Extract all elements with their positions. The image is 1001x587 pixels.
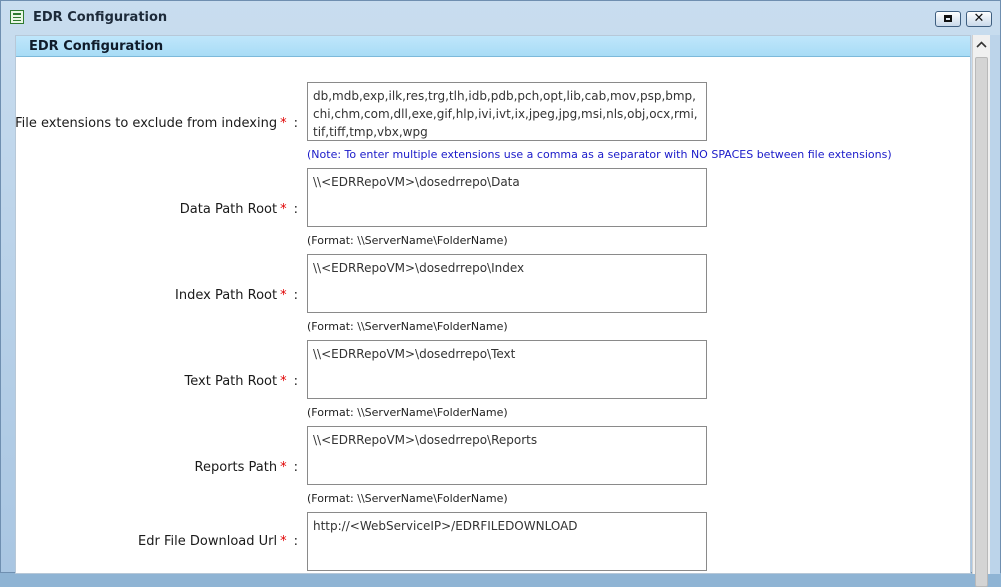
index-path-root-field[interactable]: \\<EDRRepoVM>\dosedrrepo\Index	[307, 254, 707, 313]
text-path-root-field[interactable]: \\<EDRRepoVM>\dosedrrepo\Text	[307, 340, 707, 399]
index-path-root-label-text: Index Path Root	[175, 288, 278, 303]
close-icon: ✕	[973, 11, 985, 26]
label-colon: :	[293, 374, 298, 389]
vertical-scrollbar[interactable]	[972, 35, 990, 587]
data-path-root-hint: (Format: \\ServerName\FolderName)	[307, 234, 508, 247]
required-marker: *	[280, 288, 287, 303]
required-marker: *	[280, 202, 287, 217]
data-path-root-label: Data Path Root *:	[180, 202, 298, 217]
reports-path-field[interactable]: \\<EDRRepoVM>\dosedrrepo\Reports	[307, 426, 707, 485]
window-title: EDR Configuration	[33, 10, 168, 25]
required-marker: *	[280, 534, 287, 549]
section-header: EDR Configuration	[16, 36, 970, 57]
required-marker: *	[280, 460, 287, 475]
exclude-extensions-label-text: File extensions to exclude from indexing	[15, 116, 278, 131]
text-path-root-hint: (Format: \\ServerName\FolderName)	[307, 406, 508, 419]
label-colon: :	[293, 460, 298, 475]
window-icon	[10, 10, 24, 24]
exclude-extensions-field[interactable]: db,mdb,exp,ilk,res,trg,tlh,idb,pdb,pch,o…	[307, 82, 707, 141]
reports-path-label: Reports Path *:	[195, 460, 298, 475]
download-url-label: Edr File Download Url *:	[138, 534, 298, 549]
reports-path-label-text: Reports Path	[194, 460, 278, 475]
data-path-root-label-text: Data Path Root	[179, 202, 278, 217]
data-path-root-field[interactable]: \\<EDRRepoVM>\dosedrrepo\Data	[307, 168, 707, 227]
scroll-thumb[interactable]	[975, 57, 988, 587]
maximize-button[interactable]	[935, 11, 961, 27]
window-right-border	[990, 35, 1000, 574]
scroll-up-button[interactable]	[973, 35, 990, 55]
section-title: EDR Configuration	[29, 39, 164, 54]
chevron-up-icon	[976, 41, 987, 48]
required-marker: *	[280, 116, 287, 131]
text-path-root-label: Text Path Root *:	[185, 374, 298, 389]
label-colon: :	[293, 202, 298, 217]
close-button[interactable]: ✕	[966, 11, 992, 27]
index-path-root-hint: (Format: \\ServerName\FolderName)	[307, 320, 508, 333]
label-colon: :	[293, 534, 298, 549]
download-url-label-text: Edr File Download Url	[138, 534, 278, 549]
label-colon: :	[293, 288, 298, 303]
exclude-extensions-note: (Note: To enter multiple extensions use …	[307, 148, 892, 161]
download-url-field[interactable]: http://<WebServiceIP>/EDRFILEDOWNLOAD	[307, 512, 707, 571]
reports-path-hint: (Format: \\ServerName\FolderName)	[307, 492, 508, 505]
content-panel: EDR Configuration File extensions to exc…	[15, 35, 971, 574]
text-path-root-label-text: Text Path Root	[184, 374, 278, 389]
edr-configuration-window: EDR Configuration ✕ EDR Configuration Fi…	[0, 0, 1001, 587]
exclude-extensions-label: File extensions to exclude from indexing…	[15, 116, 298, 131]
title-bar[interactable]: EDR Configuration ✕	[1, 1, 1000, 34]
label-colon: :	[293, 116, 298, 131]
required-marker: *	[280, 374, 287, 389]
maximize-icon	[944, 15, 952, 22]
index-path-root-label: Index Path Root *:	[175, 288, 298, 303]
